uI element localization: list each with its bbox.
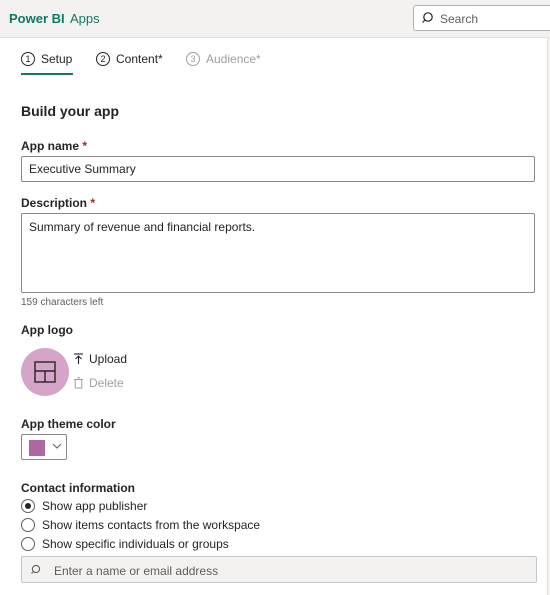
search-placeholder: Search (440, 12, 479, 26)
theme-color-label: App theme color (21, 417, 116, 431)
contact-search-input[interactable]: Enter a name or email address (21, 556, 537, 583)
page-title: Build your app (21, 103, 119, 119)
radio-label: Show specific individuals or groups (42, 537, 229, 551)
search-icon (422, 12, 433, 23)
app-layout-icon (34, 361, 56, 383)
radio-button (21, 537, 35, 551)
step-number: 3 (186, 52, 200, 66)
app-name-label: App name * (21, 139, 87, 153)
chevron-down-icon (52, 443, 62, 449)
contact-info-label: Contact information (21, 481, 135, 495)
description-field[interactable]: Summary of revenue and financial reports… (21, 213, 535, 293)
step-label: Setup (41, 52, 73, 66)
upload-icon (74, 353, 83, 364)
description-label: Description * (21, 196, 95, 210)
delete-label: Delete (89, 376, 124, 390)
radio-button (21, 518, 35, 532)
radio-label: Show items contacts from the workspace (42, 518, 261, 532)
search-icon (31, 564, 41, 574)
theme-color-picker[interactable] (21, 434, 67, 460)
characters-left-count: 159 characters left (21, 297, 104, 308)
step-number: 1 (21, 52, 35, 66)
radio-button (21, 499, 35, 513)
theme-color-swatch (29, 440, 45, 456)
description-label-text: Description (21, 196, 88, 210)
trash-icon (74, 377, 83, 389)
app-logo-avatar[interactable] (21, 348, 69, 396)
step-label: Audience* (206, 52, 261, 66)
brand-title[interactable]: Power BI (9, 11, 65, 26)
step-label: Content* (116, 52, 163, 66)
app-name-label-text: App name (21, 139, 80, 153)
app-name-field[interactable]: Executive Summary (21, 156, 535, 182)
app-logo-label: App logo (21, 323, 73, 337)
active-tab-indicator (21, 73, 73, 75)
top-bar: Power BI Apps Search (0, 0, 550, 36)
required-mark: * (90, 196, 96, 210)
app-setup-panel: 1 Setup 2 Content* 3 Audience* Build you… (0, 37, 548, 595)
radio-label: Show app publisher (42, 499, 148, 513)
upload-label: Upload (89, 352, 128, 366)
step-number: 2 (96, 52, 110, 66)
breadcrumb-apps[interactable]: Apps (70, 11, 100, 26)
contact-input-placeholder: Enter a name or email address (54, 564, 219, 578)
required-mark: * (82, 139, 88, 153)
search-box[interactable]: Search (413, 5, 550, 31)
